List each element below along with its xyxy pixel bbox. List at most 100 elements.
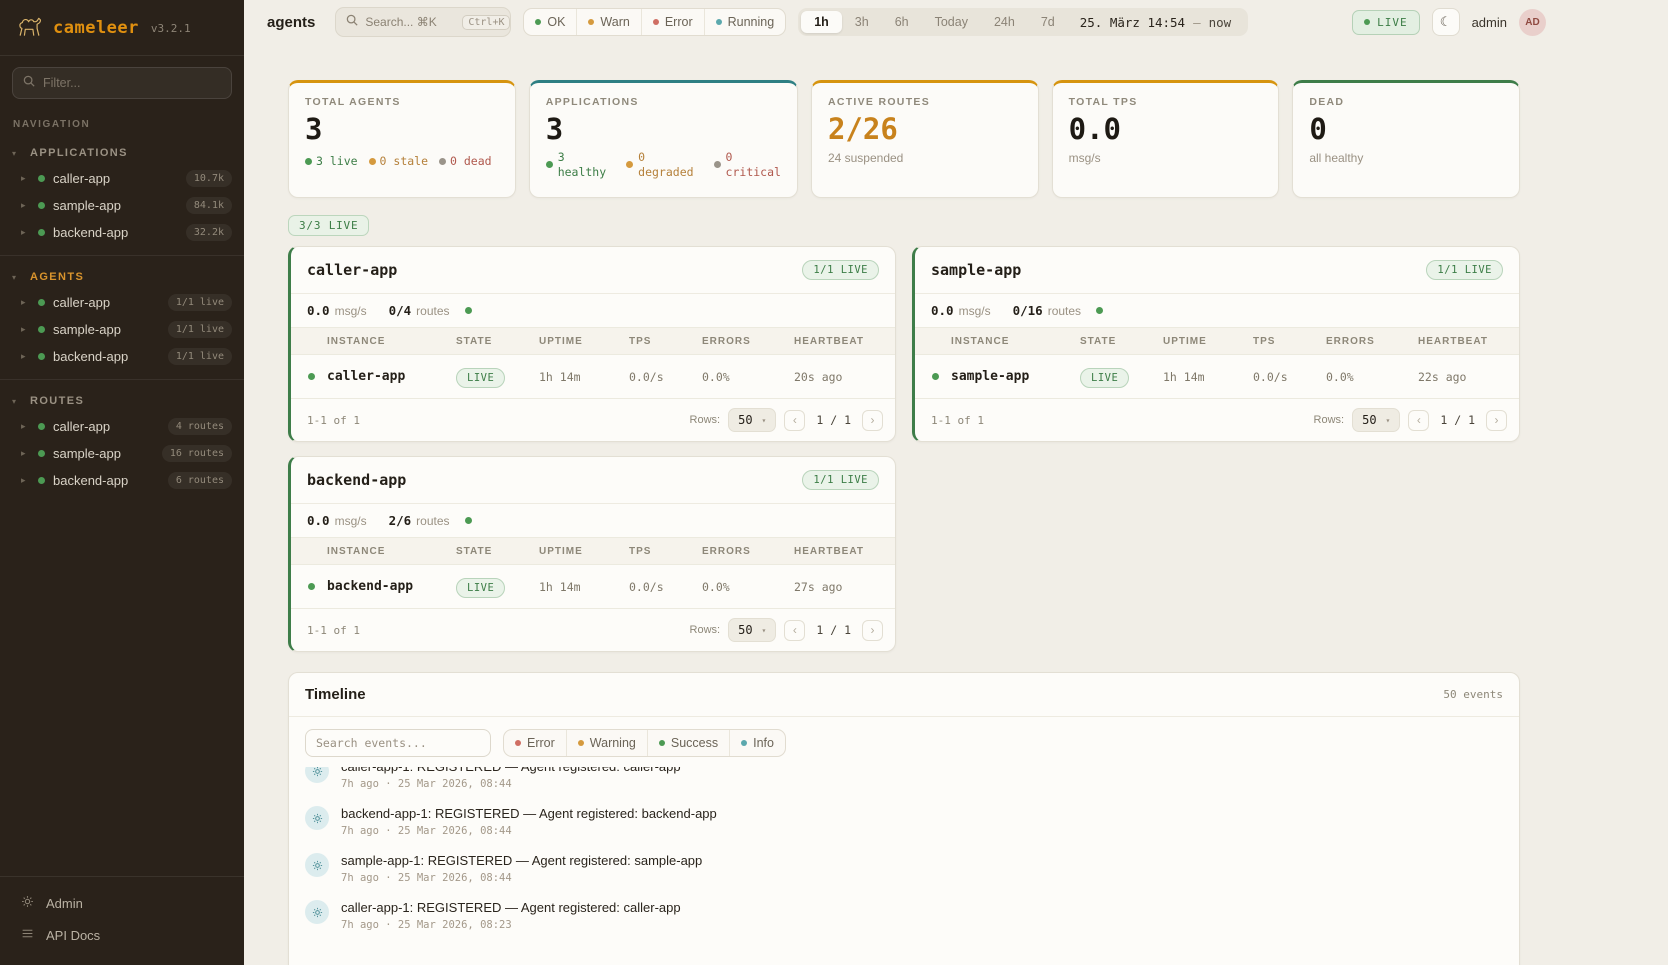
time-range-today[interactable]: Today	[922, 11, 981, 33]
prev-page-button[interactable]: ‹	[784, 620, 805, 641]
time-range-group: 1h 3h 6h Today 24h 7d 25. März 14:54 — n…	[798, 8, 1248, 36]
app-card-title[interactable]: sample-app	[931, 261, 1021, 279]
status-filter-error[interactable]: Error	[641, 9, 704, 35]
app-card-title[interactable]: caller-app	[307, 261, 397, 279]
time-range-7d[interactable]: 7d	[1028, 11, 1068, 33]
app-version: v3.2.1	[151, 22, 191, 35]
sidebar-item-routes-caller-app[interactable]: ▸ caller-app 4 routes	[0, 413, 244, 440]
section-header-agents[interactable]: ▾ AGENTS	[0, 264, 244, 289]
main-area: agents Ctrl+K OK Warn Error Ru	[244, 0, 1668, 965]
caret-right-icon: ▸	[21, 297, 30, 308]
prev-page-button[interactable]: ‹	[784, 410, 805, 431]
stat-card-applications: APPLICATIONS 3 3healthy 0degraded 0criti…	[529, 80, 798, 198]
sidebar-item-admin[interactable]: Admin	[0, 887, 244, 919]
status-filter-running[interactable]: Running	[704, 9, 786, 35]
shortcut-kbd: Ctrl+K	[462, 15, 510, 30]
section-header-applications[interactable]: ▾ APPLICATIONS	[0, 140, 244, 165]
date-start: 25. März 14:54	[1080, 15, 1185, 30]
table-row[interactable]: backend-app LIVE 1h 14m 0.0/s 0.0% 27s a…	[291, 565, 895, 608]
row-range: 1-1 of 1	[307, 414, 360, 427]
rows-per-page-select[interactable]: 50 ▾	[728, 408, 776, 432]
theme-toggle-button[interactable]: ☾	[1432, 8, 1460, 36]
brand[interactable]: cameleer v3.2.1	[0, 0, 244, 56]
prev-page-button[interactable]: ‹	[1408, 410, 1429, 431]
sidebar-item-agents-sample-app[interactable]: ▸ sample-app 1/1 live	[0, 316, 244, 343]
event-filter-success[interactable]: Success	[647, 730, 729, 756]
section-title: APPLICATIONS	[30, 147, 128, 159]
sidebar-filter[interactable]	[12, 67, 232, 99]
app-card-backend-app: backend-app 1/1 LIVE 0.0 msg/s 2/6 route…	[288, 456, 896, 652]
next-page-button[interactable]: ›	[862, 410, 883, 431]
time-range-3h[interactable]: 3h	[842, 11, 882, 33]
stats-row: TOTAL AGENTS 3 3 live 0 stale 0 dead APP…	[288, 80, 1520, 198]
status-dot	[932, 373, 939, 380]
global-search[interactable]: Ctrl+K	[335, 7, 511, 37]
sidebar-item-agents-caller-app[interactable]: ▸ caller-app 1/1 live	[0, 289, 244, 316]
table-row[interactable]: caller-app LIVE 1h 14m 0.0/s 0.0% 20s ag…	[291, 355, 895, 398]
table-header: INSTANCE STATE UPTIME TPS ERRORS HEARTBE…	[915, 327, 1519, 355]
chevron-down-icon: ▾	[12, 273, 20, 282]
event-filter-group: Error Warning Success Info	[503, 729, 786, 757]
global-search-input[interactable]	[365, 15, 455, 29]
row-range: 1-1 of 1	[931, 414, 984, 427]
chevron-down-icon: ▾	[762, 626, 767, 635]
caret-right-icon: ▸	[21, 324, 30, 335]
time-range-6h[interactable]: 6h	[882, 11, 922, 33]
table-header: INSTANCE STATE UPTIME TPS ERRORS HEARTBE…	[291, 327, 895, 355]
chevron-down-icon: ▾	[762, 416, 767, 425]
moon-icon: ☾	[1440, 14, 1452, 30]
app-card-title[interactable]: backend-app	[307, 471, 406, 489]
avatar[interactable]: AD	[1519, 9, 1546, 36]
live-status-badge[interactable]: LIVE	[1352, 10, 1420, 35]
time-range-1h[interactable]: 1h	[801, 11, 842, 33]
event-filter-warning[interactable]: Warning	[566, 730, 647, 756]
rows-per-page-select[interactable]: 50 ▾	[1352, 408, 1400, 432]
live-count-badge: 1/1 LIVE	[802, 470, 879, 490]
status-dot	[38, 202, 45, 209]
sidebar-item-applications-backend-app[interactable]: ▸ backend-app 32.2k	[0, 219, 244, 246]
row-range: 1-1 of 1	[307, 624, 360, 637]
status-filter-warn[interactable]: Warn	[576, 9, 640, 35]
sidebar-item-agents-backend-app[interactable]: ▸ backend-app 1/1 live	[0, 343, 244, 370]
event-filter-info[interactable]: Info	[729, 730, 785, 756]
status-filter-ok[interactable]: OK	[524, 9, 576, 35]
time-range-24h[interactable]: 24h	[981, 11, 1028, 33]
ok-dot	[535, 19, 541, 25]
chevron-down-icon: ▾	[1386, 416, 1391, 425]
stale-dot	[369, 158, 376, 165]
event-filter-error[interactable]: Error	[504, 730, 566, 756]
camel-logo-icon	[16, 14, 43, 42]
sidebar-item-applications-sample-app[interactable]: ▸ sample-app 84.1k	[0, 192, 244, 219]
menu-icon	[21, 927, 34, 943]
stat-card-total-tps: TOTAL TPS 0.0 msg/s	[1052, 80, 1280, 198]
events-search-input[interactable]	[305, 729, 491, 757]
section-title: ROUTES	[30, 395, 84, 407]
next-page-button[interactable]: ›	[862, 620, 883, 641]
sidebar-filter-input[interactable]	[43, 76, 221, 90]
sidebar-item-applications-caller-app[interactable]: ▸ caller-app 10.7k	[0, 165, 244, 192]
table-row[interactable]: sample-app LIVE 1h 14m 0.0/s 0.0% 22s ag…	[915, 355, 1519, 398]
date-end: now	[1209, 15, 1232, 30]
event-item[interactable]: sample-app-1: REGISTERED — Agent registe…	[305, 845, 1503, 892]
event-item[interactable]: backend-app-1: REGISTERED — Agent regist…	[305, 798, 1503, 845]
app-card-sample-app: sample-app 1/1 LIVE 0.0 msg/s 0/16 route…	[912, 246, 1520, 442]
date-range[interactable]: 25. März 14:54 — now	[1068, 15, 1245, 30]
sidebar-item-routes-sample-app[interactable]: ▸ sample-app 16 routes	[0, 440, 244, 467]
event-item[interactable]: caller-app-1: REGISTERED — Agent registe…	[305, 892, 1503, 939]
sidebar-item-routes-backend-app[interactable]: ▸ backend-app 6 routes	[0, 467, 244, 494]
live-count-badge: 1/1 LIVE	[802, 260, 879, 280]
state-badge: LIVE	[1080, 368, 1129, 388]
next-page-button[interactable]: ›	[1486, 410, 1507, 431]
event-item[interactable]: caller-app-1: REGISTERED — Agent registe…	[305, 767, 1503, 798]
live-dot	[1364, 19, 1370, 25]
critical-dot	[714, 161, 721, 168]
gear-icon	[305, 853, 329, 877]
sidebar-item-api-docs[interactable]: API Docs	[0, 919, 244, 951]
rows-per-page-select[interactable]: 50 ▾	[728, 618, 776, 642]
caret-right-icon: ▸	[21, 448, 30, 459]
section-header-routes[interactable]: ▾ ROUTES	[0, 388, 244, 413]
events-list[interactable]: caller-app-1: REGISTERED — Agent registe…	[289, 767, 1519, 965]
caret-right-icon: ▸	[21, 475, 30, 486]
search-icon	[23, 74, 35, 92]
count-badge: 1/1 live	[168, 294, 232, 311]
